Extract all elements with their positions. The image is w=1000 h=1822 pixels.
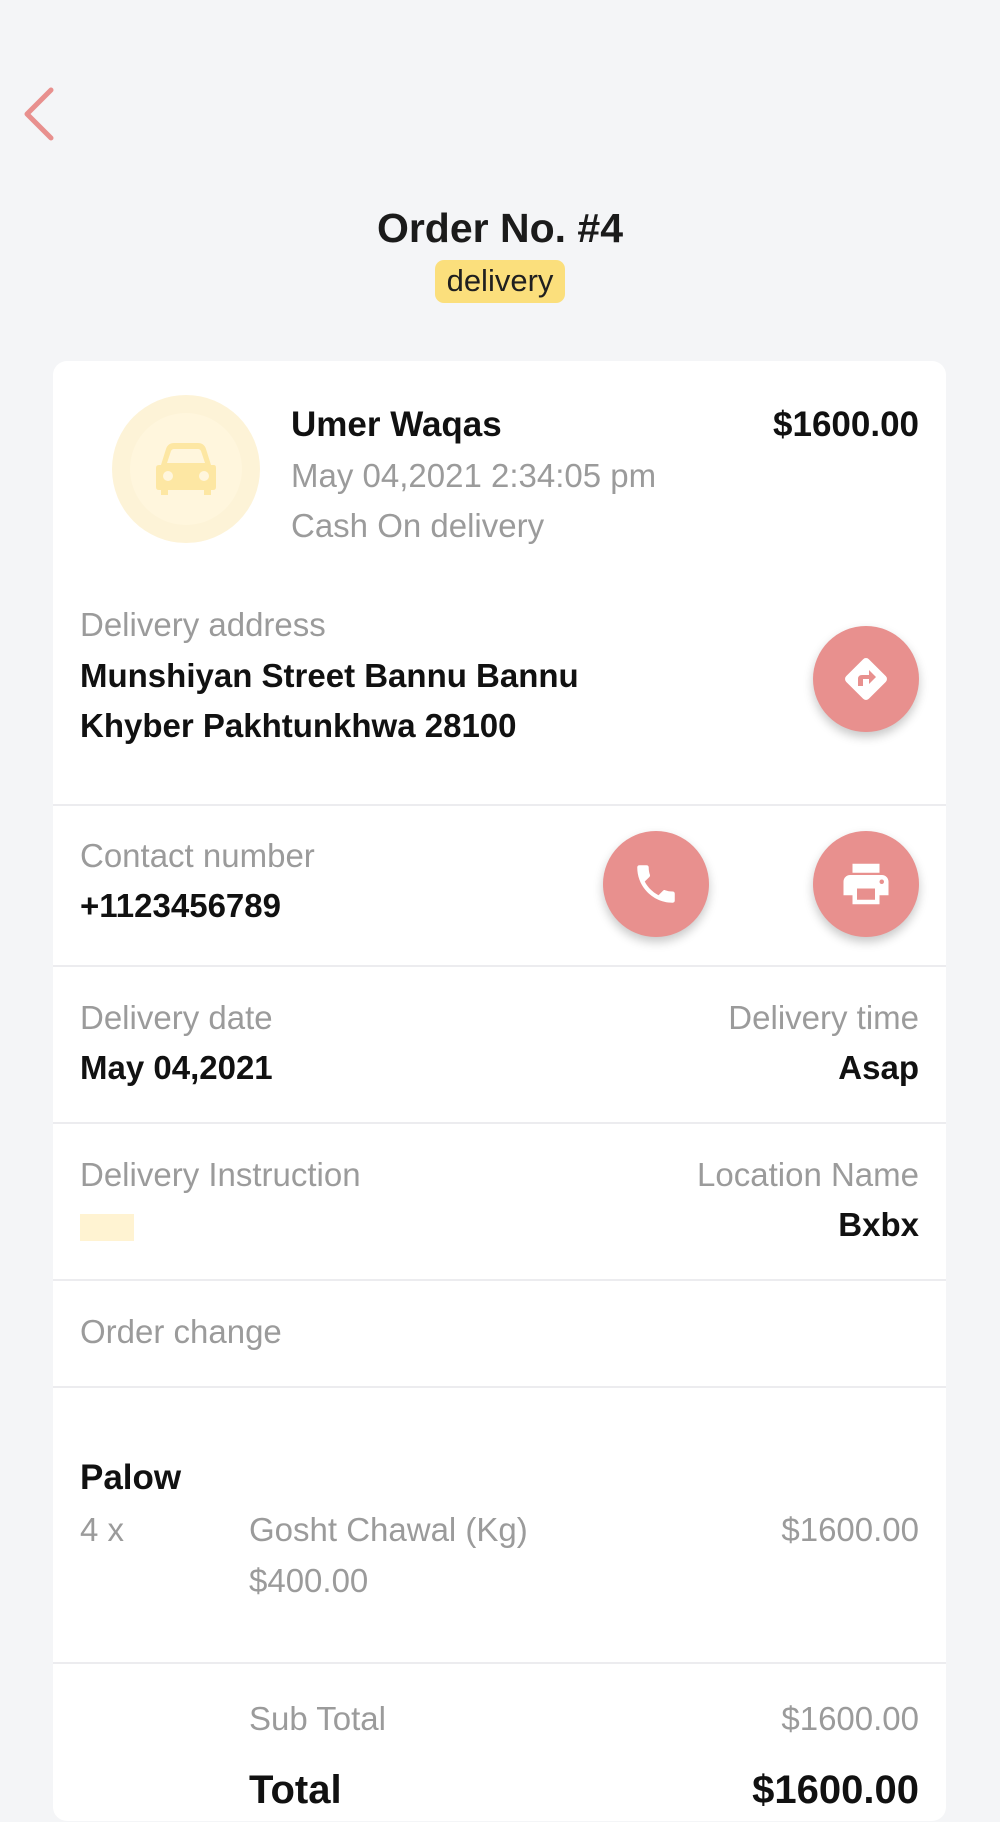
contact-section: Contact number +1123456789 — [53, 804, 946, 967]
chevron-left-icon — [24, 87, 54, 141]
delivery-address-line1: Munshiyan Street Bannu Bannu — [80, 657, 579, 694]
car-icon — [156, 443, 216, 495]
order-amount: $1600.00 — [773, 405, 919, 444]
directions-icon — [845, 658, 887, 700]
customer-summary-section: Umer Waqas $1600.00 May 04,2021 2:34:05 … — [53, 361, 946, 581]
payment-method: Cash On delivery — [291, 507, 545, 544]
contact-number-value: +1123456789 — [80, 887, 281, 924]
call-button[interactable] — [603, 831, 709, 937]
back-button[interactable] — [14, 84, 64, 144]
print-button[interactable] — [813, 831, 919, 937]
item-quantity: 4 x — [80, 1511, 125, 1548]
item-unit-price: $400.00 — [249, 1562, 369, 1599]
delivery-instruction-section: Delivery Instruction Location Name Bxbx — [53, 1122, 946, 1281]
order-details-card: Umer Waqas $1600.00 May 04,2021 2:34:05 … — [53, 361, 946, 1821]
order-items-section: Palow 4 x Gosht Chawal (Kg) $1600.00 $40… — [53, 1386, 946, 1664]
total-label: Total — [249, 1768, 342, 1812]
item-category: Palow — [80, 1458, 182, 1497]
delivery-instruction-label: Delivery Instruction — [80, 1156, 361, 1193]
location-name-value: Bxbx — [838, 1206, 919, 1243]
printer-icon — [843, 863, 889, 905]
order-change-label: Order change — [80, 1313, 282, 1350]
order-datetime: May 04,2021 2:34:05 pm — [291, 457, 657, 494]
delivery-time-value: Asap — [838, 1049, 919, 1086]
totals-section: Sub Total $1600.00 Total $1600.00 — [53, 1662, 946, 1822]
contact-number-label: Contact number — [80, 837, 315, 874]
directions-button[interactable] — [813, 626, 919, 732]
subtotal-value: $1600.00 — [781, 1700, 919, 1737]
item-name: Gosht Chawal (Kg) — [249, 1511, 528, 1548]
item-line-total: $1600.00 — [781, 1511, 919, 1548]
delivery-date-value: May 04,2021 — [80, 1049, 273, 1086]
avatar-core — [130, 413, 242, 525]
delivery-address-line2: Khyber Pakhtunkhwa 28100 — [80, 707, 517, 744]
customer-name: Umer Waqas — [291, 405, 502, 444]
order-type-badge: delivery — [434, 260, 566, 303]
delivery-time-label: Delivery time — [728, 999, 919, 1036]
delivery-address-label: Delivery address — [80, 606, 326, 643]
delivery-date-label: Delivery date — [80, 999, 273, 1036]
subtotal-label: Sub Total — [249, 1700, 386, 1737]
delivery-schedule-section: Delivery date May 04,2021 Delivery time … — [53, 965, 946, 1124]
location-name-label: Location Name — [697, 1156, 919, 1193]
total-value: $1600.00 — [752, 1768, 919, 1812]
order-header: Order No. #4 delivery — [0, 198, 1000, 303]
delivery-address-section: Delivery address Munshiyan Street Bannu … — [53, 581, 946, 806]
avatar — [112, 395, 260, 543]
phone-icon — [637, 865, 675, 903]
page-title: Order No. #4 — [376, 205, 624, 251]
delivery-instruction-value — [80, 1214, 134, 1241]
order-change-section: Order change — [53, 1279, 946, 1388]
